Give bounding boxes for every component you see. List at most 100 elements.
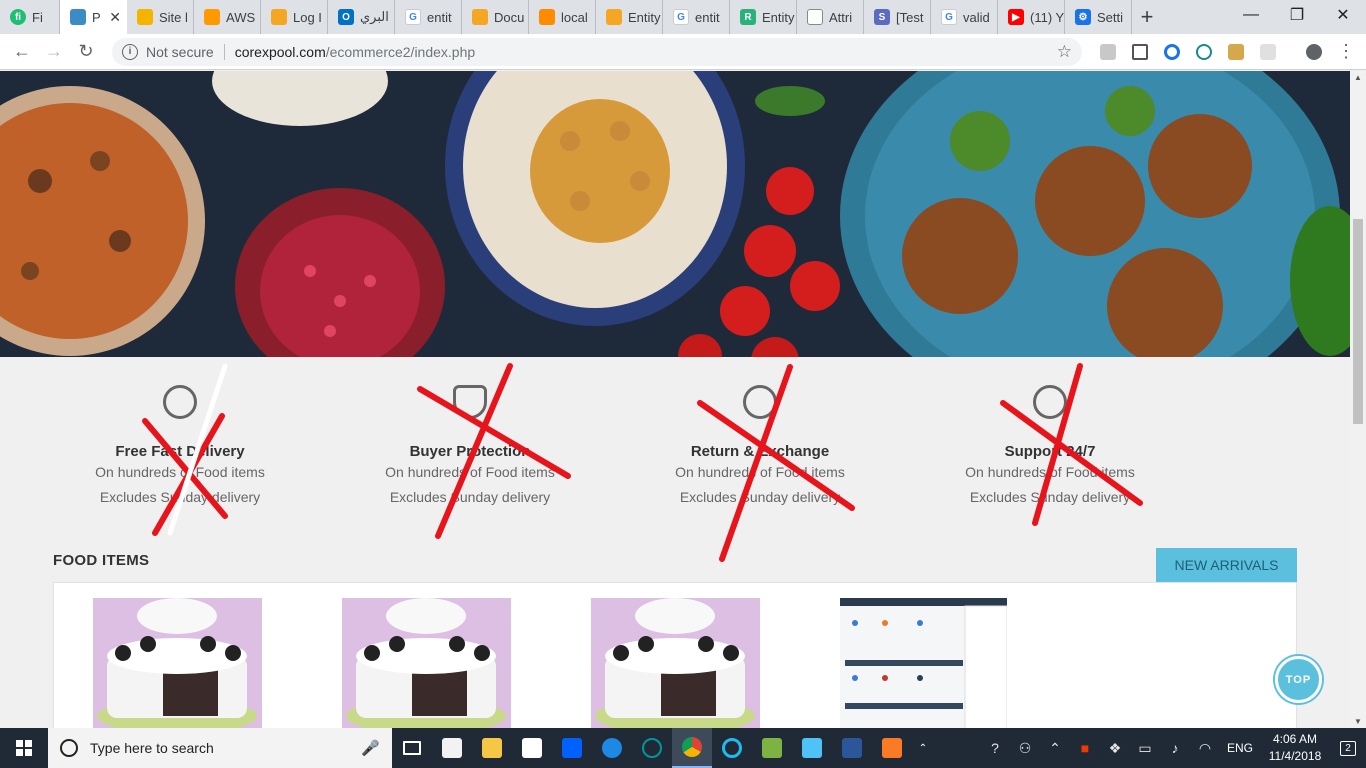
internet-explorer-icon[interactable]	[712, 728, 752, 768]
amazon-icon[interactable]	[512, 728, 552, 768]
box-icon	[137, 9, 153, 25]
tab-title: P	[92, 9, 101, 25]
tab-google-entity-2[interactable]: G entit	[663, 0, 730, 34]
dropbox-icon[interactable]	[552, 728, 592, 768]
reload-button[interactable]: ↻	[70, 36, 102, 68]
tab-aws[interactable]: AWS	[194, 0, 261, 34]
action-center-icon[interactable]: 2	[1330, 728, 1366, 768]
google-icon: G	[941, 9, 957, 25]
product-card[interactable]	[342, 598, 511, 728]
taskbar-overflow-icon[interactable]: ⌃	[912, 728, 934, 768]
remote-desktop-icon[interactable]	[792, 728, 832, 768]
language-indicator[interactable]: ENG	[1220, 741, 1260, 755]
minimize-button[interactable]: —	[1228, 0, 1274, 30]
tab-title: (11) Y	[1030, 9, 1064, 25]
product-card[interactable]	[591, 598, 760, 728]
tab-site[interactable]: Site l	[127, 0, 194, 34]
start-button[interactable]	[0, 728, 48, 768]
scrollbar-thumb[interactable]	[1353, 219, 1363, 424]
file-explorer-icon[interactable]	[472, 728, 512, 768]
grid-icon	[271, 9, 287, 25]
close-tab-icon[interactable]: ✕	[103, 9, 127, 26]
r-icon: R	[740, 9, 756, 25]
tab-title: البري	[360, 9, 389, 24]
edge-icon[interactable]	[592, 728, 632, 768]
tab-active[interactable]: P ✕	[60, 0, 127, 34]
profile-avatar-icon[interactable]	[1298, 36, 1330, 68]
food-banner-image	[0, 71, 1350, 357]
show-hidden-icons-chevron[interactable]: ⌃	[1040, 740, 1070, 757]
tab-log[interactable]: Log I	[261, 0, 328, 34]
word-icon[interactable]	[832, 728, 872, 768]
feature-line: On hundreds of Food items	[675, 464, 845, 480]
bookmark-star-icon[interactable]: ☆	[1057, 42, 1072, 62]
maximize-button[interactable]: ❐	[1274, 0, 1320, 30]
dropbox-tray-icon[interactable]: ❖	[1100, 740, 1130, 757]
page-scrollbar[interactable]: ▲ ▼	[1350, 71, 1366, 728]
taskbar-clock[interactable]: 4:06 AM 11/4/2018	[1260, 731, 1330, 765]
screenshot-thumbnail-image	[840, 598, 1007, 728]
google-icon: G	[405, 9, 421, 25]
extension-grid-icon[interactable]	[1252, 36, 1284, 68]
back-to-top-button[interactable]: TOP	[1275, 656, 1322, 703]
tab-entity-r[interactable]: R Entity	[730, 0, 797, 34]
close-window-button[interactable]: ✕	[1320, 0, 1366, 30]
url-path: /ecommerce2/index.php	[325, 43, 476, 60]
battery-icon[interactable]: ▭	[1130, 740, 1160, 757]
tab-fiverr[interactable]: fi Fi	[0, 0, 60, 34]
tab-entity[interactable]: Entity	[596, 0, 663, 34]
pma-icon	[539, 9, 555, 25]
tab-test[interactable]: S [Test	[864, 0, 931, 34]
product-card[interactable]	[93, 598, 262, 728]
tab-title: valid	[963, 9, 990, 25]
tab-attri[interactable]: Attri	[797, 0, 864, 34]
taskbar-search-box[interactable]: Type here to search 🎤	[48, 728, 392, 768]
delivery-truck-icon	[163, 385, 197, 419]
new-tab-button[interactable]: +	[1132, 0, 1162, 34]
extension-pdf-icon[interactable]	[1092, 36, 1124, 68]
people-icon[interactable]: ⚇	[1010, 740, 1040, 757]
task-view-icon[interactable]	[392, 728, 432, 768]
chart-app-icon[interactable]	[752, 728, 792, 768]
tab-settings[interactable]: ⚙ Setti	[1065, 0, 1132, 34]
scroll-up-icon[interactable]: ▲	[1354, 73, 1362, 82]
url-host: corexpool.com	[234, 43, 326, 60]
store-icon[interactable]	[432, 728, 472, 768]
xampp-icon[interactable]	[872, 728, 912, 768]
extension-image-icon[interactable]	[1220, 36, 1252, 68]
product-card[interactable]	[840, 598, 1007, 728]
chrome-icon[interactable]	[672, 728, 712, 768]
volume-icon[interactable]: ♪	[1160, 740, 1190, 756]
tab-youtube[interactable]: ▶ (11) Y	[998, 0, 1065, 34]
wifi-icon[interactable]: ◠	[1190, 740, 1220, 757]
cake-illustration	[591, 598, 760, 728]
web-page: Free Fast Delivery On hundreds of Food i…	[0, 71, 1350, 728]
menu-kebab-icon[interactable]: ⋮	[1330, 36, 1362, 68]
tab-google-entity[interactable]: G entit	[395, 0, 462, 34]
new-arrivals-tab[interactable]: NEW ARRIVALS	[1156, 548, 1297, 582]
arduino-icon[interactable]	[632, 728, 672, 768]
tab-title: Setti	[1097, 9, 1124, 25]
scroll-down-icon[interactable]: ▼	[1354, 717, 1362, 726]
info-icon[interactable]: i	[122, 43, 138, 60]
help-icon[interactable]: ?	[980, 740, 1010, 756]
tab-outlook[interactable]: O البري	[328, 0, 395, 34]
back-button[interactable]: ←	[6, 36, 38, 68]
feature-buyer-protection: Buyer Protection On hundreds of Food ite…	[350, 363, 590, 510]
tab-title: entit	[695, 9, 720, 25]
feature-title: Return & Exchange	[690, 443, 830, 460]
cake-illustration	[93, 598, 262, 728]
tab-title: Site l	[159, 9, 188, 25]
extension-sync-icon[interactable]	[1156, 36, 1188, 68]
feature-line: Excludes Sunday delivery	[969, 489, 1131, 505]
tab-docs[interactable]: Docu	[462, 0, 529, 34]
extension-play-icon[interactable]	[1188, 36, 1220, 68]
extension-plus-icon[interactable]	[1124, 36, 1156, 68]
address-bar[interactable]: i Not secure corexpool.com /ecommerce2/i…	[112, 37, 1082, 66]
microphone-icon[interactable]: 🎤	[361, 739, 380, 757]
tab-localhost[interactable]: local	[529, 0, 596, 34]
forward-button[interactable]: →	[38, 36, 70, 68]
section-title-food-items: FOOD ITEMS	[53, 552, 150, 569]
office-icon[interactable]: ■	[1070, 740, 1100, 756]
tab-google-valid[interactable]: G valid	[931, 0, 998, 34]
